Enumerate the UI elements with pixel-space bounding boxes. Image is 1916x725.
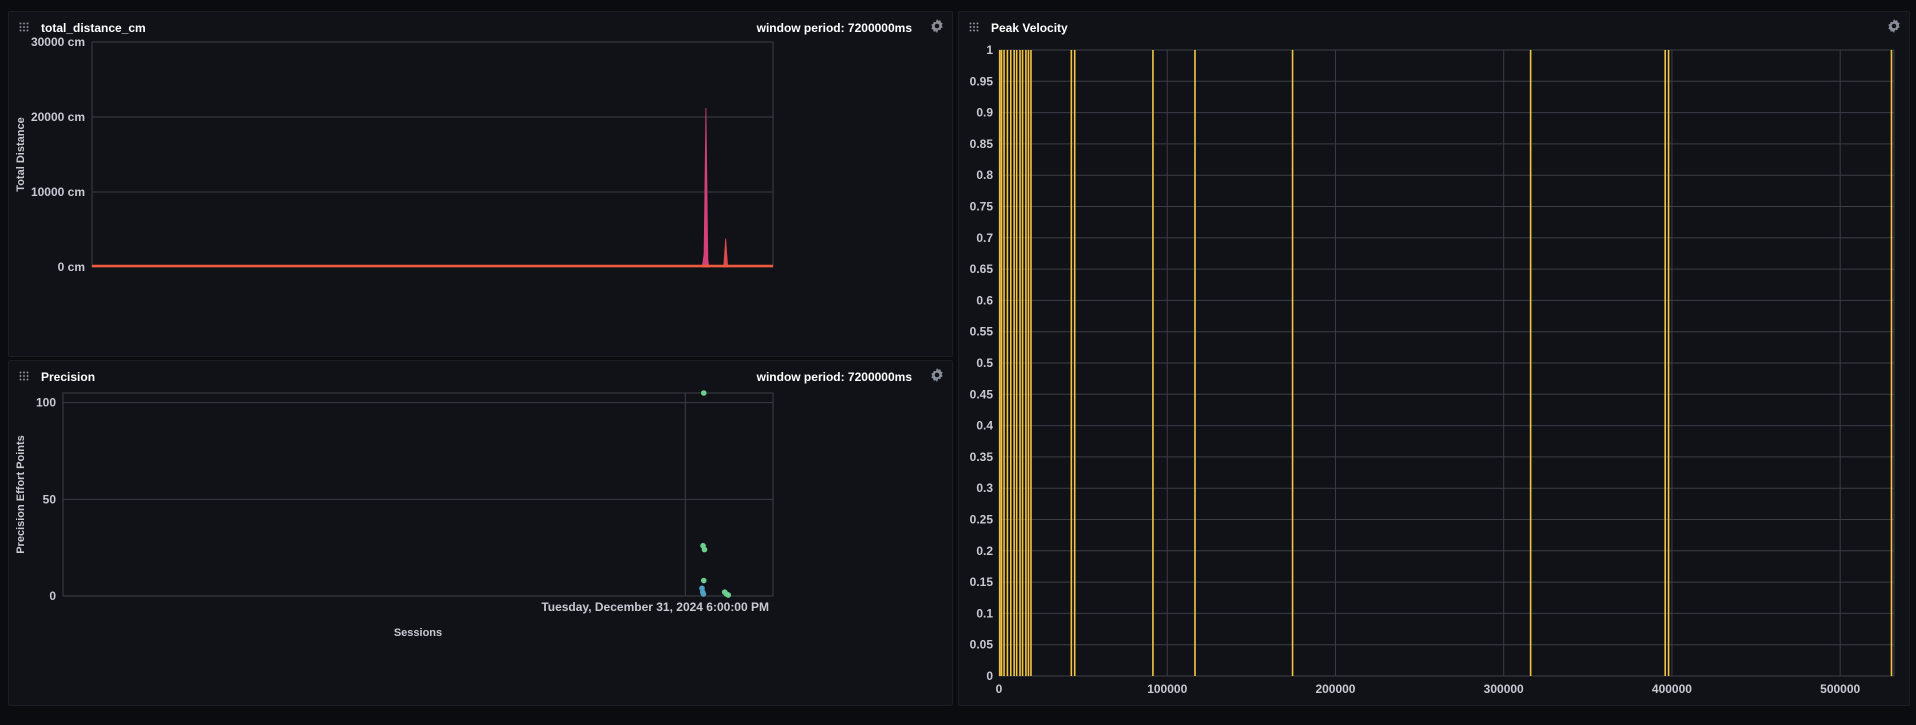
y-tick-label: 10000 cm: [31, 185, 85, 199]
y-tick-label: 0: [49, 589, 56, 603]
y-tick-label: 0.25: [970, 513, 994, 527]
precision-chart: 0 50 100 Tuesday, December 31, 2024 6:00:00…: [15, 390, 774, 639]
y-tick-label: 0.2: [976, 544, 993, 558]
total-distance-chart: 0 cm 10000 cm 20000 cm 30000 cm Total Distan…: [15, 35, 774, 274]
y-tick-label: 0.6: [976, 293, 993, 307]
y-axis-title: Total Distance: [15, 117, 27, 191]
peak-velocity-panel: Peak Velocity 0 0.05 0.1 0.15 0.2 0.25 0.3 0.35…: [958, 11, 1910, 706]
y-tick-label: 0.85: [970, 137, 994, 151]
x-tick-label: 500000: [1820, 682, 1860, 696]
spike-mark: [723, 238, 729, 268]
y-tick-label: 0.75: [970, 200, 994, 214]
y-tick-label: 100: [36, 396, 56, 410]
data-point: [700, 577, 707, 584]
y-tick-label: 0.4: [976, 419, 993, 433]
y-tick-label: 1: [986, 43, 993, 57]
spike-mark: [703, 107, 709, 268]
peak-velocity-chart: 0 0.05 0.1 0.15 0.2 0.25 0.3 0.35 0.4 0.45 0.5 0.55…: [970, 43, 1895, 696]
x-tick-label: 0: [996, 682, 1003, 696]
x-axis-title: Sessions: [394, 627, 442, 639]
y-tick-label: 0 cm: [58, 260, 85, 274]
plot-frame: [91, 41, 774, 268]
y-tick-label: 30000 cm: [31, 35, 85, 49]
data-point: [700, 591, 707, 597]
y-tick-label: 0.1: [976, 606, 993, 620]
y-tick-label: 0.35: [970, 450, 994, 464]
data-point: [725, 592, 732, 598]
precision-panel: Precision window period: 7200000ms 0 50 10…: [8, 360, 953, 706]
y-tick-label: 0.55: [970, 325, 994, 339]
x-tick-label: 200000: [1315, 682, 1355, 696]
y-tick-label: 0.5: [976, 356, 993, 370]
total-distance-panel: total_distance_cm window period: 7200000…: [8, 11, 953, 357]
y-tick-label: 0.7: [976, 231, 993, 245]
y-tick-label: 0.8: [976, 168, 993, 182]
time-marker-label: Tuesday, December 31, 2024 6:00:00 PM: [541, 600, 769, 614]
y-tick-label: 0.45: [970, 387, 994, 401]
y-tick-label: 50: [43, 492, 57, 506]
data-point: [701, 546, 708, 553]
y-tick-label: 0.9: [976, 106, 993, 120]
y-axis-title: Precision Effort Points: [15, 435, 27, 554]
y-tick-label: 0: [986, 669, 993, 683]
y-tick-label: 0.15: [970, 575, 994, 589]
y-tick-label: 20000 cm: [31, 110, 85, 124]
y-tick-label: 0.05: [970, 638, 994, 652]
x-tick-label: 400000: [1652, 682, 1692, 696]
data-point: [700, 390, 707, 396]
y-tick-label: 0.95: [970, 74, 994, 88]
plot-frame: [62, 392, 774, 597]
y-tick-label: 0.3: [976, 481, 993, 495]
x-tick-label: 300000: [1484, 682, 1524, 696]
y-tick-label: 0.65: [970, 262, 994, 276]
x-tick-label: 100000: [1147, 682, 1187, 696]
